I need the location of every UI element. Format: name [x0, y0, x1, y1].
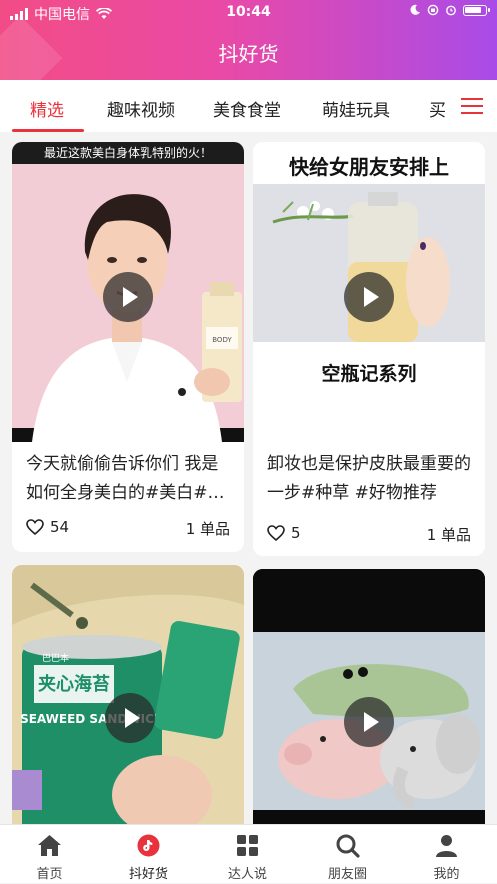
- video-thumbnail[interactable]: [253, 569, 485, 824]
- battery-icon: [463, 4, 490, 16]
- tiktok-icon: [137, 834, 160, 857]
- page-title: 抖好货: [218, 42, 279, 66]
- video-overlay-text: 最近这款美白身体乳特别的火！: [44, 145, 212, 160]
- video-card[interactable]: BODY 最近这款美白身体乳特别的火！ 今天就偷偷告诉你们 我是如何全身美白的#…: [12, 142, 244, 552]
- item-count[interactable]: 1 单品: [427, 524, 471, 545]
- moon-icon: [410, 4, 420, 15]
- nav-label: 抖好货: [128, 867, 168, 882]
- video-card[interactable]: [253, 569, 485, 824]
- search-icon: [336, 834, 360, 858]
- nav-influencers[interactable]: 达人说: [198, 825, 297, 884]
- play-icon[interactable]: [344, 272, 394, 322]
- nav-mine[interactable]: 我的: [397, 825, 496, 884]
- alarm-icon: [446, 5, 456, 16]
- home-icon: [38, 835, 61, 856]
- nav-home[interactable]: 首页: [0, 825, 99, 884]
- nav-douhaohuo[interactable]: 抖好货: [99, 825, 198, 884]
- nav-label: 达人说: [227, 867, 267, 882]
- video-thumbnail[interactable]: 快给女朋友安排上 空瓶记系列: [253, 142, 485, 442]
- category-tabs: 精选 趣味视频 美食食堂 萌娃玩具 买: [0, 80, 497, 132]
- app-header: 中国电信 10:44 抖好货: [0, 0, 497, 80]
- video-thumbnail[interactable]: BODY 最近这款美白身体乳特别的火！: [12, 142, 244, 442]
- video-overlay-top: 快给女朋友安排上: [289, 155, 449, 179]
- video-feed: BODY 最近这款美白身体乳特别的火！ 今天就偷偷告诉你们 我是如何全身美白的#…: [0, 132, 497, 824]
- video-description[interactable]: 今天就偷偷告诉你们 我是如何全身美白的#美白#…: [26, 450, 234, 508]
- nav-label: 我的: [433, 867, 460, 882]
- like-count[interactable]: 5: [267, 524, 301, 542]
- video-card[interactable]: 夹心海苔 巴巴本 SEAWEED SANDWICH: [12, 565, 244, 824]
- tab-fun-videos[interactable]: 趣味视频: [107, 96, 175, 121]
- product-name-cn: 夹心海苔: [38, 673, 110, 695]
- product-label: BODY: [212, 336, 232, 344]
- orientation-lock-icon: [427, 4, 439, 16]
- tab-more[interactable]: 买: [429, 96, 446, 121]
- like-count-value: 54: [50, 518, 70, 536]
- tab-food[interactable]: 美食食堂: [213, 96, 281, 121]
- video-overlay-bottom: 空瓶记系列: [321, 362, 416, 385]
- bottom-nav: 首页 抖好货 达人说 朋友圈 我的: [0, 824, 497, 883]
- status-bar: 中国电信 10:44: [0, 0, 497, 26]
- menu-icon[interactable]: [461, 98, 483, 114]
- like-count[interactable]: 54: [26, 518, 69, 536]
- heart-icon: [267, 525, 285, 541]
- heart-icon: [26, 519, 44, 535]
- play-icon[interactable]: [103, 272, 153, 322]
- brand-label: 巴巴本: [42, 652, 69, 664]
- tab-featured[interactable]: 精选: [30, 96, 64, 121]
- tab-toys[interactable]: 萌娃玩具: [322, 96, 390, 121]
- play-icon[interactable]: [105, 693, 155, 743]
- nav-friends[interactable]: 朋友圈: [298, 825, 397, 884]
- item-count[interactable]: 1 单品: [186, 518, 230, 539]
- like-count-value: 5: [291, 524, 301, 542]
- grid-icon: [237, 835, 258, 856]
- nav-label: 朋友圈: [327, 867, 367, 882]
- play-icon[interactable]: [344, 697, 394, 747]
- person-icon: [436, 835, 457, 857]
- video-description[interactable]: 卸妆也是保护皮肤最重要的一步#种草 #好物推荐: [267, 450, 475, 508]
- nav-label: 首页: [36, 867, 63, 882]
- video-thumbnail[interactable]: 夹心海苔 巴巴本 SEAWEED SANDWICH: [12, 565, 244, 824]
- video-card[interactable]: 快给女朋友安排上 空瓶记系列 卸妆也是保护皮肤最重要的一步#种草 #好物推荐 5…: [253, 142, 485, 556]
